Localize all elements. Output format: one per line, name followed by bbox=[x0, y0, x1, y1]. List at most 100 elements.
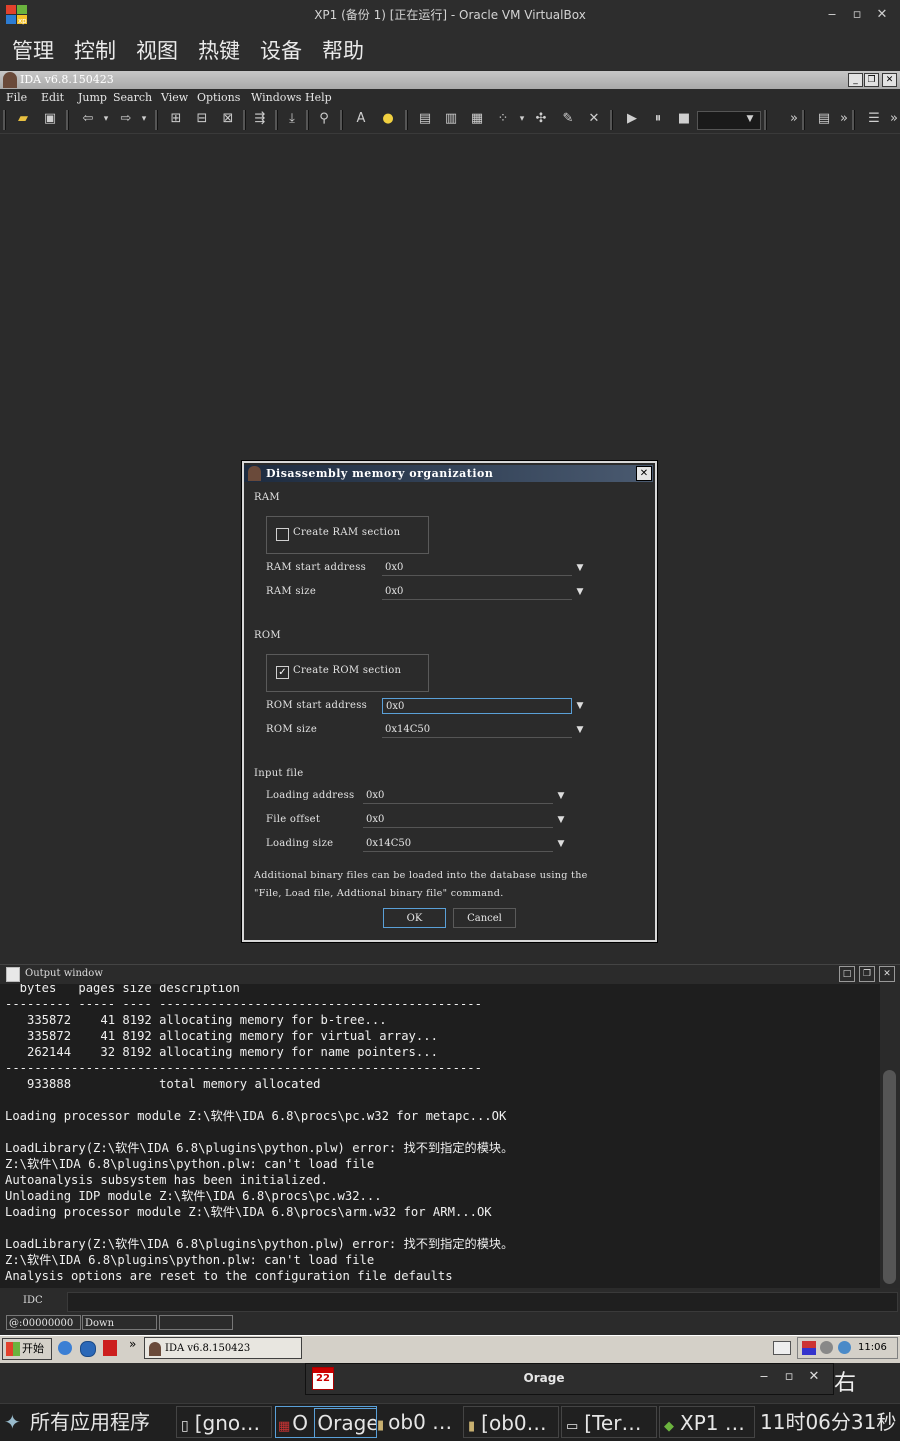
notepad-icon[interactable]: ▤ bbox=[816, 111, 832, 127]
task-ob0[interactable]: ▮ ob0 … bbox=[377, 1406, 461, 1438]
delete-icon[interactable]: ✕ bbox=[586, 111, 602, 127]
back-arrow-icon[interactable]: ⇦ bbox=[80, 111, 96, 127]
quicklaunch-overflow-icon[interactable]: » bbox=[129, 1337, 136, 1351]
taskbar-item-ida[interactable]: IDA v6.8.150423 bbox=[144, 1337, 302, 1359]
menu-devices[interactable]: 设备 bbox=[260, 34, 302, 68]
chevron-down-icon[interactable]: ▼ bbox=[553, 788, 569, 804]
ram-size-field[interactable]: 0x0 bbox=[382, 584, 572, 600]
function-icon[interactable]: ✣ bbox=[533, 111, 549, 127]
chevron-down-icon[interactable]: ▼ bbox=[572, 722, 588, 738]
loading-size-field[interactable]: 0x14C50 bbox=[363, 836, 553, 852]
text-search-icon[interactable]: ⊟ bbox=[194, 111, 210, 127]
close-icon[interactable]: ✕ bbox=[636, 466, 652, 481]
overflow-icon[interactable]: » bbox=[836, 111, 852, 127]
ida-menu-windows[interactable]: Windows bbox=[251, 90, 301, 106]
chevron-down-icon[interactable]: ▼ bbox=[572, 584, 588, 600]
chevron-down-icon[interactable]: ▼ bbox=[572, 698, 588, 714]
network-icon[interactable] bbox=[820, 1341, 833, 1354]
ida-menu-help[interactable]: Help bbox=[305, 90, 332, 106]
jump-icon[interactable]: ⇶ bbox=[252, 111, 268, 127]
minimize-icon[interactable]: ‒ bbox=[755, 1368, 773, 1386]
language-icon[interactable] bbox=[802, 1341, 816, 1355]
menu-hotkeys[interactable]: 热键 bbox=[198, 34, 240, 68]
acrobat-icon[interactable] bbox=[103, 1340, 117, 1356]
play-icon[interactable]: ▶ bbox=[624, 111, 640, 127]
rom-start-field[interactable]: 0x0 bbox=[382, 698, 572, 714]
task-gnome-label: [gno… bbox=[194, 1411, 261, 1435]
log-line: Loading processor module Z:\软件\IDA 6.8\p… bbox=[5, 1109, 507, 1123]
start-button[interactable]: 开始 bbox=[2, 1338, 52, 1360]
output-scrollbar-thumb[interactable] bbox=[883, 1070, 896, 1284]
struct-icon[interactable]: ⁘ bbox=[495, 111, 511, 127]
close-icon[interactable]: ✕ bbox=[872, 5, 892, 25]
rom-size-field[interactable]: 0x14C50 bbox=[382, 722, 572, 738]
create-ram-checkbox[interactable] bbox=[276, 528, 289, 541]
ida-menu-view[interactable]: View bbox=[161, 90, 188, 106]
chevron-down-icon[interactable]: ▼ bbox=[572, 560, 588, 576]
menu-manage[interactable]: 管理 bbox=[12, 34, 54, 68]
idc-command-input[interactable] bbox=[67, 1292, 898, 1312]
menu-help[interactable]: 帮助 bbox=[322, 34, 364, 68]
ida-close-icon[interactable]: ✕ bbox=[882, 73, 897, 87]
loading-address-field[interactable]: 0x0 bbox=[363, 788, 553, 804]
code-icon[interactable]: ▤ bbox=[417, 111, 433, 127]
overflow-icon[interactable]: » bbox=[886, 111, 900, 127]
task-gnome[interactable]: ▯ [gno… bbox=[176, 1406, 272, 1438]
create-rom-checkbox[interactable]: ✓ bbox=[276, 666, 289, 679]
chevron-down-icon[interactable]: ▼ bbox=[742, 111, 758, 127]
ida-menu-search[interactable]: Search bbox=[113, 90, 152, 106]
maximize-icon[interactable]: ▫ bbox=[847, 5, 867, 25]
down-arrow-icon[interactable]: ⤓ bbox=[284, 111, 300, 127]
task-ob0-folder[interactable]: ▮ [ob0… bbox=[463, 1406, 559, 1438]
keyboard-icon[interactable] bbox=[773, 1341, 791, 1355]
task-xp1[interactable]: ◆ XP1 … bbox=[659, 1406, 755, 1438]
toolbar-separator bbox=[340, 110, 343, 130]
stop-icon[interactable]: ■ bbox=[676, 111, 692, 127]
security-icon[interactable] bbox=[838, 1341, 851, 1354]
ida-menu-options[interactable]: Options bbox=[197, 90, 240, 106]
data-icon[interactable]: ▥ bbox=[443, 111, 459, 127]
forward-arrow-icon[interactable]: ⇨ bbox=[118, 111, 134, 127]
close-icon[interactable]: ✕ bbox=[805, 1368, 823, 1386]
binary-search-icon[interactable]: ⊞ bbox=[168, 111, 184, 127]
menu-control[interactable]: 控制 bbox=[74, 34, 116, 68]
minimize-icon[interactable]: ‒ bbox=[822, 5, 842, 25]
file-offset-field[interactable]: 0x0 bbox=[363, 812, 553, 828]
open-folder-icon[interactable]: ▰ bbox=[15, 111, 31, 127]
ascii-icon[interactable]: ▦ bbox=[469, 111, 485, 127]
pause-icon[interactable]: ⏸ bbox=[650, 111, 666, 127]
menu-view[interactable]: 视图 bbox=[136, 34, 178, 68]
chevron-down-icon[interactable]: ▾ bbox=[136, 111, 152, 127]
save-icon[interactable]: ▣ bbox=[42, 111, 58, 127]
ida-restore-icon[interactable]: ❐ bbox=[864, 73, 879, 87]
overflow-icon[interactable]: » bbox=[786, 111, 802, 127]
immediate-search-icon[interactable]: ⊠ bbox=[220, 111, 236, 127]
task-orage[interactable]: ▦ O Orage bbox=[275, 1406, 377, 1438]
browser-icon[interactable] bbox=[80, 1341, 96, 1357]
chevron-down-icon[interactable]: ▾ bbox=[514, 111, 530, 127]
bulb-icon[interactable]: ● bbox=[380, 111, 396, 127]
idc-button[interactable]: IDC bbox=[23, 1294, 43, 1308]
maximize-icon[interactable]: ▫ bbox=[780, 1368, 798, 1386]
search-icon[interactable]: ⚲ bbox=[316, 111, 332, 127]
applications-menu[interactable]: ✦ 所有应用程序 bbox=[4, 1406, 172, 1438]
loading-size-label: Loading size bbox=[266, 838, 334, 849]
task-terminal[interactable]: ▭ [Ter… bbox=[561, 1406, 657, 1438]
ida-minimize-icon[interactable]: _ bbox=[848, 73, 863, 87]
edit-icon[interactable]: ✎ bbox=[560, 111, 576, 127]
chevron-down-icon[interactable]: ▼ bbox=[553, 812, 569, 828]
chevron-down-icon[interactable]: ▾ bbox=[98, 111, 114, 127]
strings-icon[interactable]: A bbox=[353, 111, 369, 127]
chevron-down-icon[interactable]: ▼ bbox=[553, 836, 569, 852]
maximize-icon[interactable]: □ bbox=[839, 966, 855, 982]
restore-icon[interactable]: ❐ bbox=[859, 966, 875, 982]
ida-menu-jump[interactable]: Jump bbox=[78, 90, 107, 106]
ok-button[interactable]: OK bbox=[383, 908, 446, 928]
ida-menu-file[interactable]: File bbox=[6, 90, 27, 106]
ram-start-field[interactable]: 0x0 bbox=[382, 560, 572, 576]
ie-icon[interactable] bbox=[58, 1341, 72, 1355]
cancel-button[interactable]: Cancel bbox=[453, 908, 516, 928]
ida-menu-edit[interactable]: Edit bbox=[41, 90, 64, 106]
list-icon[interactable]: ☰ bbox=[866, 111, 882, 127]
close-icon[interactable]: ✕ bbox=[879, 966, 895, 982]
